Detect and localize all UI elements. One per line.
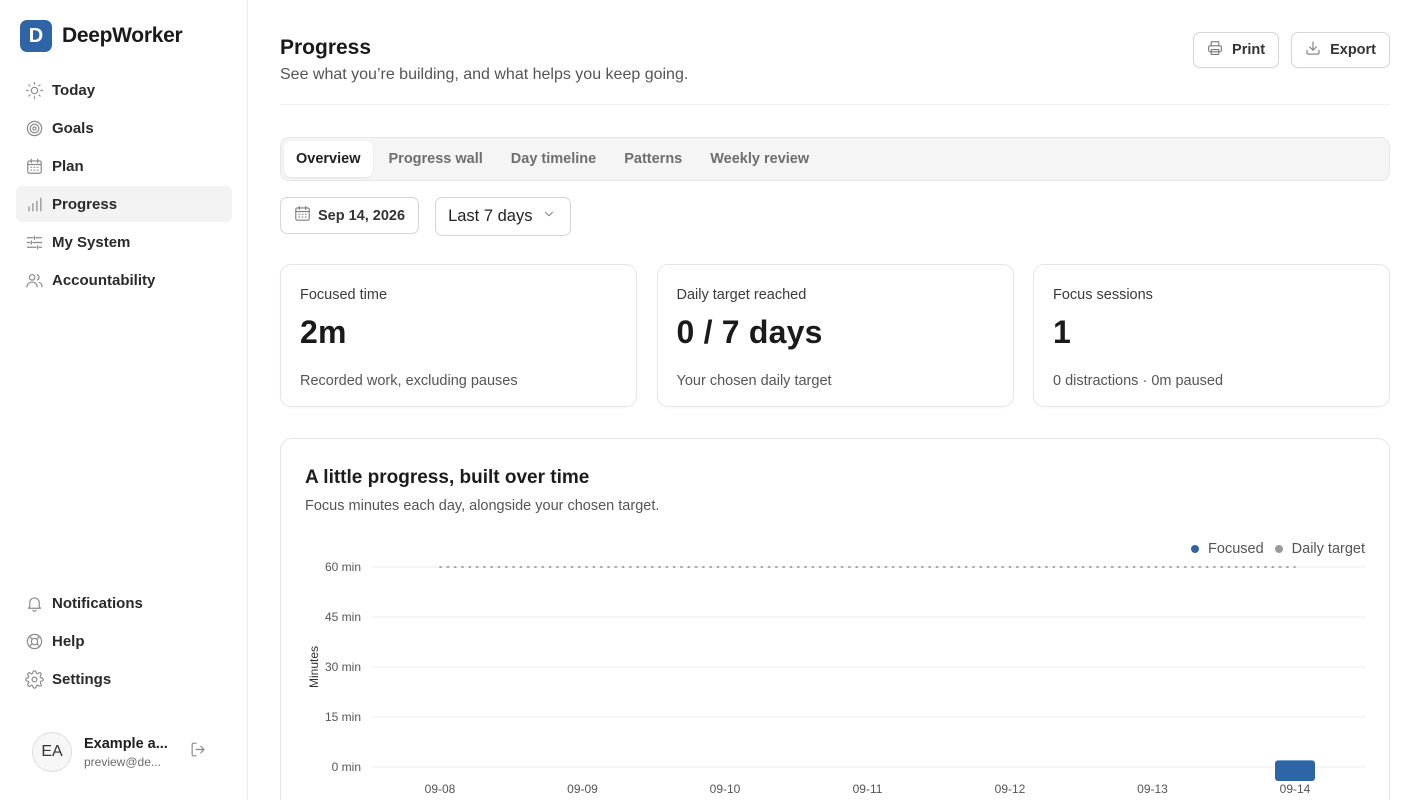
sidebar-item-label: My System <box>52 233 131 251</box>
x-tick-label: 09-08 <box>425 782 456 796</box>
main-nav: Today Goals Plan Progress My System Acco… <box>16 72 232 300</box>
bar-chart-icon <box>24 194 44 214</box>
tab-day-timeline[interactable]: Day timeline <box>499 141 608 177</box>
sidebar-item-plan[interactable]: Plan <box>16 148 232 184</box>
header-divider <box>280 104 1390 105</box>
sidebar-item-today[interactable]: Today <box>16 72 232 108</box>
date-value: Sep 14, 2026 <box>318 207 406 224</box>
main-content: Progress See what you’re building, and w… <box>280 0 1390 800</box>
stat-description: Your chosen daily target <box>676 373 832 389</box>
sidebar-item-help[interactable]: Help <box>16 623 232 659</box>
header-actions: Print Export <box>1181 32 1390 68</box>
stats-row: Focused time 2m Recorded work, excluding… <box>280 264 1390 407</box>
focus-chart-card: A little progress, built over time Focus… <box>280 438 1390 800</box>
brand[interactable]: D DeepWorker <box>20 20 183 52</box>
tab-overview[interactable]: Overview <box>284 141 373 177</box>
x-tick-label: 09-10 <box>710 782 741 796</box>
stat-description: 0 distractions · 0m paused <box>1053 373 1224 389</box>
secondary-nav: Notifications Help Settings <box>16 585 232 699</box>
x-tick-label: 09-11 <box>853 782 883 796</box>
print-button[interactable]: Print <box>1193 32 1280 68</box>
calendar-icon <box>24 156 44 176</box>
user-info: Example a... preview@de... <box>84 736 170 769</box>
sidebar: D DeepWorker Today Goals Plan Progress M… <box>0 0 248 800</box>
print-label: Print <box>1232 42 1266 58</box>
sun-icon <box>24 80 44 100</box>
focus-chart: 0 min 15 min 30 min 45 min 60 min Minutes 09-0… <box>307 560 1366 796</box>
stat-card-daily-target: Daily target reached 0 / 7 days Your cho… <box>656 264 1014 407</box>
filters: Sep 14, 2026 Last 7 days <box>280 197 572 236</box>
calendar-icon <box>293 204 318 227</box>
stat-label: Daily target reached <box>676 287 807 303</box>
page-subtitle: See what you’re building, and what helps… <box>280 66 689 83</box>
sidebar-item-settings[interactable]: Settings <box>16 661 232 697</box>
tab-progress-wall[interactable]: Progress wall <box>377 141 495 177</box>
range-value: Last 7 days <box>448 207 533 225</box>
sidebar-item-my-system[interactable]: My System <box>16 224 232 260</box>
date-picker-button[interactable]: Sep 14, 2026 <box>280 197 420 234</box>
sidebar-item-label: Goals <box>52 119 94 137</box>
sidebar-item-label: Settings <box>52 670 112 688</box>
app-logo: D <box>20 20 52 52</box>
stat-value: 2m <box>300 314 347 350</box>
stat-description: Recorded work, excluding pauses <box>300 373 518 389</box>
y-axis-label: Minutes <box>307 646 321 688</box>
range-select[interactable]: Last 7 days <box>435 197 572 236</box>
y-tick-label: 0 min <box>332 760 361 774</box>
view-tabs: Overview Progress wall Day timeline Patt… <box>280 137 1390 181</box>
logout-icon <box>189 740 208 764</box>
chevron-down-icon <box>532 207 556 226</box>
stat-label: Focused time <box>300 287 388 303</box>
sidebar-item-label: Progress <box>52 195 118 213</box>
y-tick-label: 60 min <box>325 560 361 574</box>
sidebar-item-label: Help <box>52 632 85 650</box>
x-tick-label: 09-12 <box>995 782 1026 796</box>
x-tick-label: 09-13 <box>1137 782 1168 796</box>
logout-button[interactable] <box>186 740 210 764</box>
y-tick-label: 15 min <box>325 710 361 724</box>
bar-focused-09-14 <box>1275 760 1315 781</box>
sidebar-item-accountability[interactable]: Accountability <box>16 262 232 298</box>
sidebar-item-label: Plan <box>52 157 84 175</box>
export-button[interactable]: Export <box>1291 32 1390 68</box>
target-icon <box>24 118 44 138</box>
stat-value: 1 <box>1053 314 1071 350</box>
sidebar-item-goals[interactable]: Goals <box>16 110 232 146</box>
stat-card-focus-sessions: Focus sessions 1 0 distractions · 0m pau… <box>1033 264 1390 407</box>
stat-value: 0 / 7 days <box>676 314 823 350</box>
download-icon <box>1304 39 1330 61</box>
x-tick-label: 09-14 <box>1280 782 1311 796</box>
app-name: DeepWorker <box>62 24 183 47</box>
stat-label: Focus sessions <box>1053 287 1153 303</box>
sidebar-item-label: Notifications <box>52 594 143 612</box>
export-label: Export <box>1330 42 1376 58</box>
bell-icon <box>24 593 44 613</box>
y-tick-label: 45 min <box>325 610 361 624</box>
sidebar-item-progress[interactable]: Progress <box>16 186 232 222</box>
tab-weekly-review[interactable]: Weekly review <box>698 141 821 177</box>
sidebar-item-notifications[interactable]: Notifications <box>16 585 232 621</box>
avatar[interactable]: EA <box>32 732 72 772</box>
user-profile: EA Example a... preview@de... <box>32 732 222 772</box>
lifebuoy-icon <box>24 631 44 651</box>
sidebar-item-label: Accountability <box>52 271 156 289</box>
users-icon <box>24 270 44 290</box>
stat-card-focused-time: Focused time 2m Recorded work, excluding… <box>280 264 637 407</box>
page-title: Progress <box>280 36 372 59</box>
y-tick-label: 30 min <box>325 660 361 674</box>
x-tick-label: 09-09 <box>567 782 598 796</box>
user-email: preview@de... <box>84 754 161 769</box>
sliders-icon <box>24 232 44 252</box>
printer-icon <box>1206 39 1232 61</box>
gear-icon <box>24 669 44 689</box>
tab-patterns[interactable]: Patterns <box>612 141 694 177</box>
sidebar-item-label: Today <box>52 81 96 99</box>
user-name: Example a... <box>84 735 168 752</box>
